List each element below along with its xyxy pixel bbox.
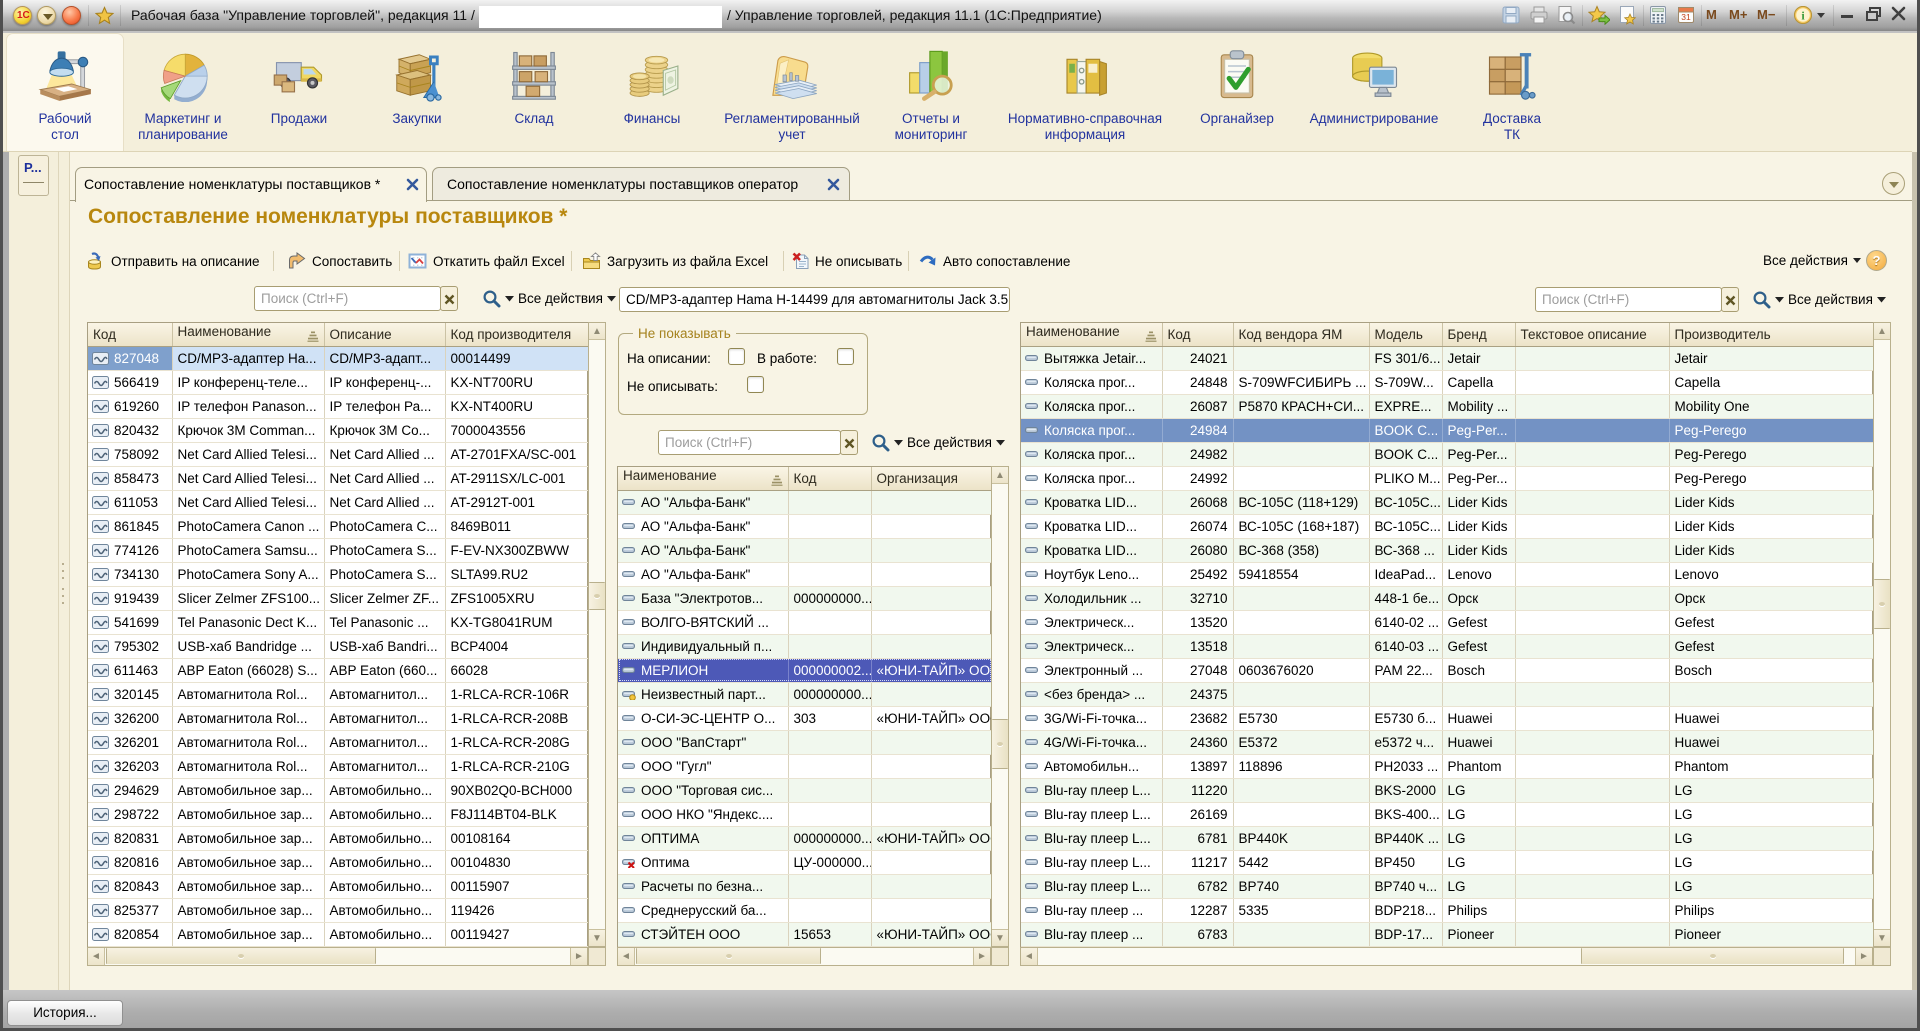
svg-text:31: 31 [1681, 12, 1691, 22]
